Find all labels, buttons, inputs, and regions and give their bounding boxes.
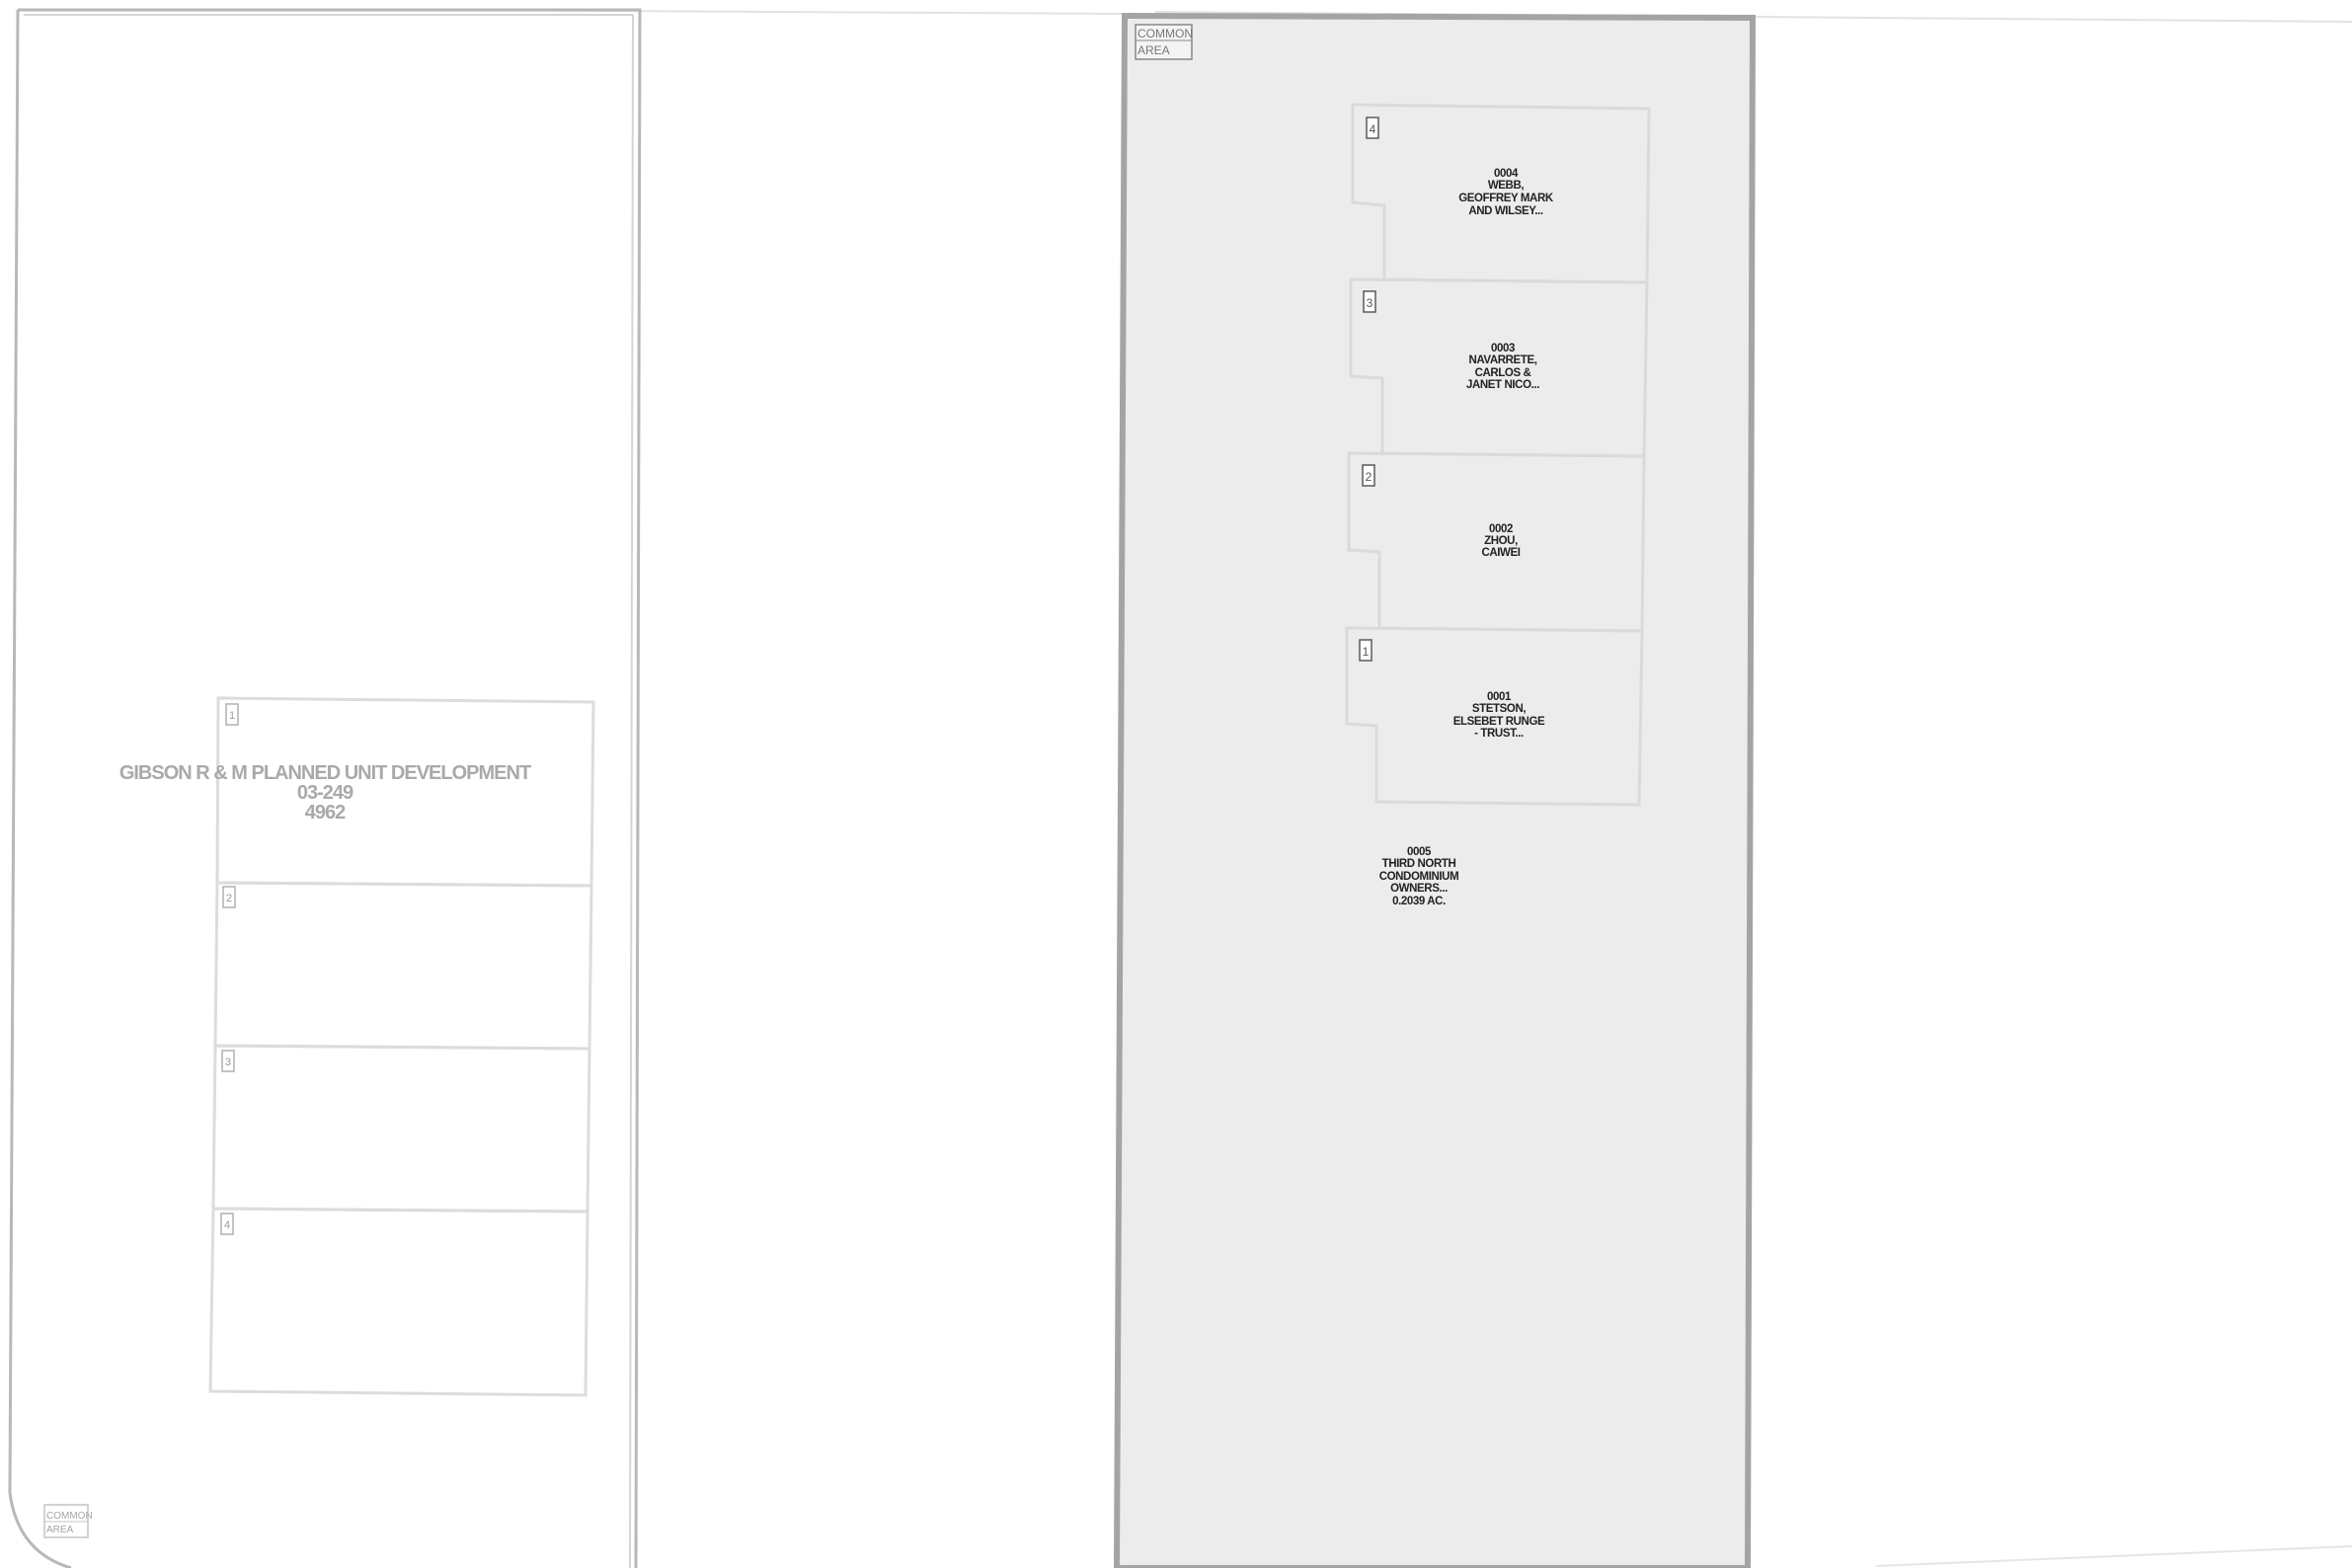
owner-line: 0001 (1487, 691, 1512, 703)
owner-line: 0002 (1489, 523, 1513, 535)
subdivision-parcel-id: 4962 (305, 802, 346, 823)
street-boundary-line (1875, 1545, 2352, 1567)
owner-line: - TRUST... (1474, 728, 1524, 740)
subdivision-book-page: 03-249 (297, 782, 353, 804)
owner-line: CARLOS & (1475, 367, 1531, 379)
owner-line: STETSON, (1472, 703, 1527, 715)
common-parcel-line: 0.2039 AC. (1392, 896, 1446, 907)
unit-outline-2[interactable]: 2 (213, 881, 593, 1051)
owner-line: AND WILSEY... (1468, 205, 1543, 217)
common-parcel-line: THIRD NORTH (1382, 858, 1456, 870)
unit-number: 1 (229, 710, 235, 722)
common-parcel-line: CONDOMINIUM (1379, 871, 1459, 883)
owner-line: CAIWEI (1481, 547, 1520, 559)
owner-line: JANET NICO... (1466, 379, 1539, 391)
unit-number: 2 (1366, 470, 1372, 484)
owner-line: NAVARRETE, (1468, 354, 1536, 366)
common-area-label-left: COMMON AREA (43, 1504, 93, 1538)
unit-number: 3 (1367, 296, 1373, 310)
unit-outline-1[interactable]: 1 (215, 696, 595, 888)
owner-line: GEOFFREY MARK (1458, 193, 1554, 204)
unit-outline-3[interactable]: 3 (211, 1044, 591, 1214)
common-area-text: AREA (1137, 43, 1170, 57)
common-parcel-line: 0005 (1407, 846, 1432, 858)
parcel-condominium[interactable]: COMMON AREA 4 0004 WEBB, GEOFFREY MARK A… (1113, 12, 1757, 1568)
owner-line: ZHOU, (1484, 535, 1518, 547)
unit-number: 4 (1370, 122, 1376, 136)
owner-line: WEBB, (1488, 180, 1525, 192)
unit-number: 2 (226, 893, 232, 904)
owner-line: 0004 (1494, 168, 1519, 180)
owner-line: 0003 (1491, 343, 1515, 354)
condominium-boundary (1113, 12, 1757, 1568)
unit-number: 3 (225, 1057, 231, 1068)
subdivision-name: GIBSON R & M PLANNED UNIT DEVELOPMENT (119, 762, 531, 784)
unit-outline-4[interactable]: 4 (208, 1207, 589, 1397)
common-area-text: AREA (46, 1525, 74, 1535)
common-area-text: COMMON (46, 1511, 93, 1522)
unit-number: 1 (1363, 645, 1370, 659)
unit-number: 4 (224, 1219, 230, 1231)
owner-line: ELSEBET RUNGE (1453, 716, 1545, 728)
common-area-text: COMMON (1137, 27, 1193, 40)
parcel-gibson-pud[interactable]: 1 2 3 4 GIBSON R & M PLANNED UNIT DEVELO… (8, 8, 642, 1568)
common-parcel-line: OWNERS... (1390, 883, 1448, 895)
parcel-map[interactable]: 1 2 3 4 GIBSON R & M PLANNED UNIT DEVELO… (0, 0, 2352, 1568)
common-area-label: COMMON AREA (1135, 24, 1193, 60)
